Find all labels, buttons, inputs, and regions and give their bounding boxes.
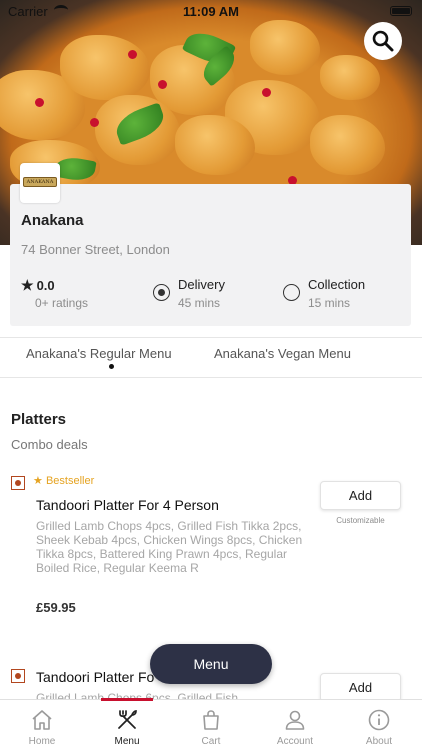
nav-about[interactable]: About bbox=[337, 700, 421, 750]
restaurant-info-card: ANAKANA Anakana 74 Bonner Street, London… bbox=[10, 163, 411, 326]
floating-menu-button[interactable]: Menu bbox=[150, 644, 272, 684]
nav-account-label: Account bbox=[276, 736, 314, 747]
bestseller-badge: ★ Bestseller bbox=[33, 474, 94, 487]
item-title: Tandoori Platter Fo bbox=[36, 669, 155, 685]
bestseller-label: Bestseller bbox=[45, 475, 95, 487]
food-type-icon bbox=[11, 476, 25, 490]
battery-icon bbox=[390, 6, 412, 16]
restaurant-address: 74 Bonner Street, London bbox=[21, 242, 170, 257]
tab-regular-menu[interactable]: Anakana's Regular Menu bbox=[26, 346, 172, 361]
collection-label: Collection bbox=[308, 277, 366, 292]
star-icon: ★ bbox=[21, 277, 34, 293]
collection-time: 15 mins bbox=[308, 296, 351, 310]
nav-home-label: Home bbox=[28, 736, 56, 747]
add-button[interactable]: Add bbox=[320, 673, 401, 702]
nav-menu[interactable]: Menu bbox=[85, 700, 169, 750]
nav-cart[interactable]: Cart bbox=[169, 700, 253, 750]
customizable-note: Customizable bbox=[336, 516, 385, 525]
delivery-radio[interactable] bbox=[153, 284, 170, 301]
restaurant-name: Anakana bbox=[21, 212, 84, 229]
menu-tabs: Anakana's Regular Menu Anakana's Vegan M… bbox=[0, 337, 422, 378]
rating-count: 0+ ratings bbox=[35, 296, 89, 310]
active-tab-indicator bbox=[109, 364, 114, 369]
home-icon bbox=[32, 710, 52, 730]
section-subtitle: Combo deals bbox=[11, 437, 88, 452]
rating-value: 0.0 bbox=[36, 278, 55, 293]
nav-home[interactable]: Home bbox=[0, 700, 84, 750]
nav-menu-label: Menu bbox=[114, 736, 140, 747]
item-title: Tandoori Platter For 4 Person bbox=[36, 497, 219, 513]
nav-about-label: About bbox=[365, 736, 393, 747]
person-icon bbox=[285, 710, 305, 730]
delivery-time: 45 mins bbox=[178, 296, 221, 310]
item-description: Grilled Lamb Chops 4pcs, Grilled Fish Ti… bbox=[36, 519, 303, 575]
status-bar: Carrier 11:09 AM bbox=[0, 0, 422, 22]
shopping-bag-icon bbox=[203, 710, 219, 730]
delivery-label: Delivery bbox=[178, 277, 225, 292]
collection-radio[interactable] bbox=[283, 284, 300, 301]
restaurant-logo: ANAKANA bbox=[20, 163, 60, 203]
add-button[interactable]: Add bbox=[320, 481, 401, 510]
section-title: Platters bbox=[11, 411, 67, 428]
nav-account[interactable]: Account bbox=[253, 700, 337, 750]
item-price: £59.95 bbox=[36, 600, 76, 615]
cutlery-icon bbox=[118, 710, 137, 729]
status-time: 11:09 AM bbox=[183, 4, 239, 19]
food-type-icon bbox=[11, 669, 25, 683]
nav-cart-label: Cart bbox=[201, 736, 221, 747]
rating: ★ 0.0 bbox=[21, 277, 55, 294]
search-icon bbox=[372, 30, 394, 52]
search-button[interactable] bbox=[364, 22, 402, 60]
tab-vegan-menu[interactable]: Anakana's Vegan Menu bbox=[214, 346, 351, 361]
logo-plaque: ANAKANA bbox=[23, 177, 57, 187]
star-icon: ★ bbox=[33, 475, 43, 487]
bottom-nav: Home Menu Cart Account About bbox=[0, 698, 422, 750]
info-icon bbox=[368, 709, 390, 731]
